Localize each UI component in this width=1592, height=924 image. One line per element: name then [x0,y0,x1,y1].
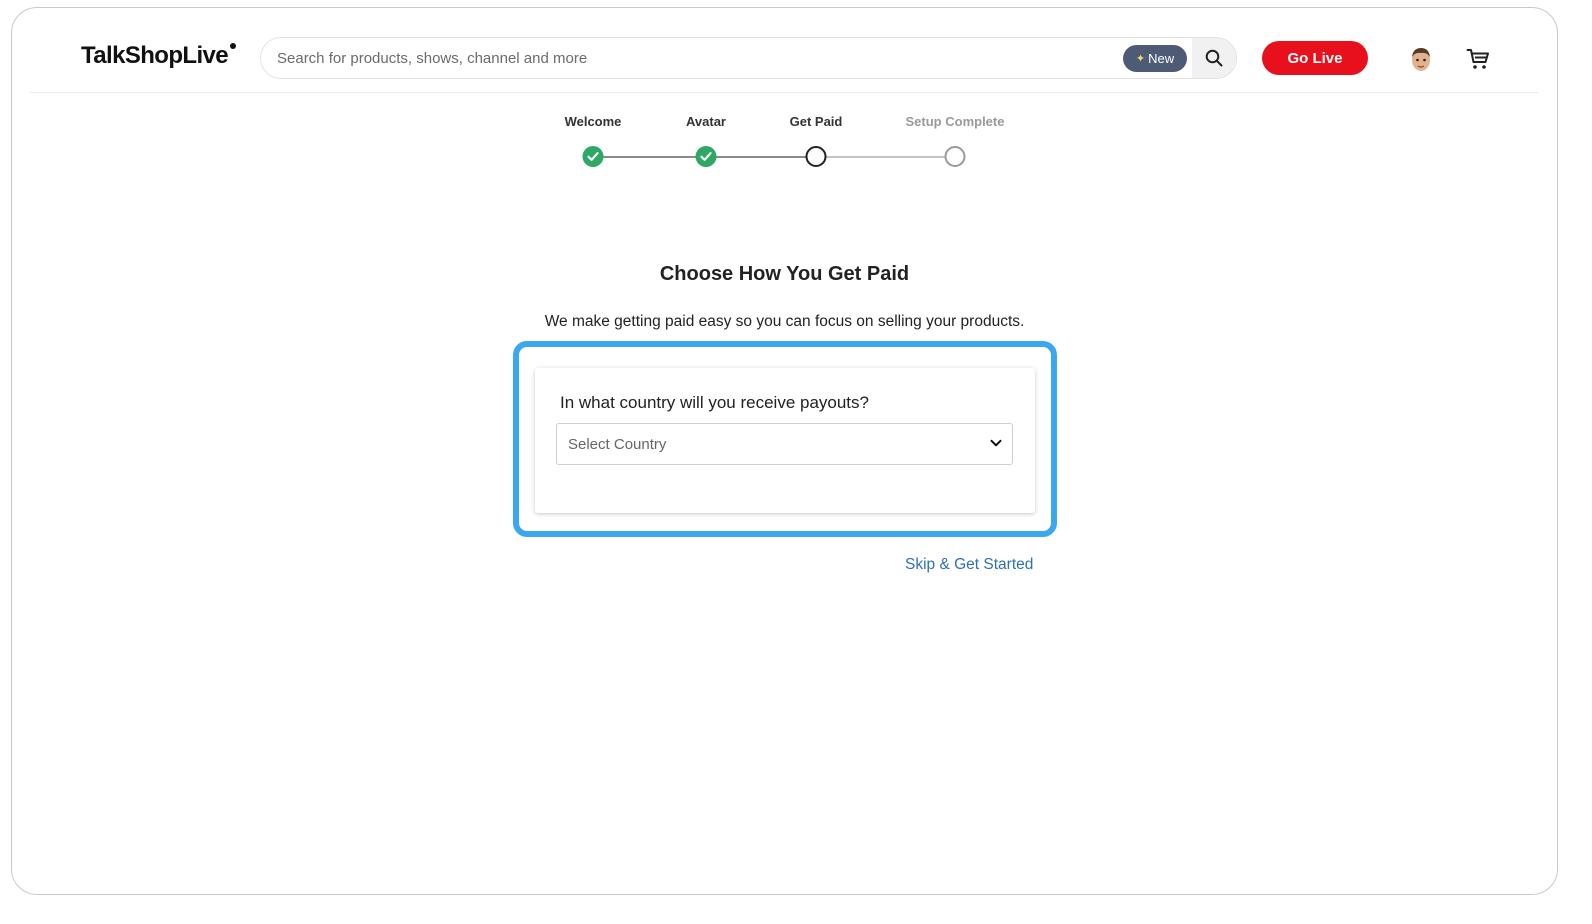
search-bar: ✦ New [260,37,1237,79]
step-dot-welcome [582,146,604,167]
page-subtitle: We make getting paid easy so you can foc… [544,313,1025,330]
step-label-get-paid: Get Paid [789,114,843,129]
check-icon [700,152,712,161]
search-input[interactable] [277,38,1117,78]
logo-text: TalkShopLive [81,42,229,69]
payout-country-card: In what country will you receive payouts… [535,368,1035,513]
skip-link[interactable]: Skip & Get Started [905,556,1033,574]
header: TalkShopLive ✦ New Go Live [30,8,1539,93]
check-icon [587,152,599,161]
step-connector [826,156,955,158]
avatar[interactable] [1410,46,1432,72]
chevron-down-icon [990,439,1002,447]
step-label-welcome: Welcome [564,114,622,129]
search-icon [1205,49,1223,67]
step-dot-setup-complete [944,146,966,167]
step-label-setup-complete: Setup Complete [905,114,1005,129]
search-button[interactable] [1192,38,1236,78]
page-title: Choose How You Get Paid [659,263,910,285]
new-badge-label: New [1148,51,1175,66]
step-dot-avatar [695,146,717,167]
go-live-button[interactable]: Go Live [1262,41,1368,75]
new-badge[interactable]: ✦ New [1123,45,1187,72]
sparkle-icon: ✦ [1135,53,1146,65]
step-dot-get-paid [805,146,827,167]
cart-icon[interactable] [1466,47,1490,71]
logo-dot [230,43,237,49]
app-window: TalkShopLive ✦ New Go Live [11,7,1558,895]
step-label-avatar: Avatar [686,114,726,129]
logo[interactable]: TalkShopLive [81,42,237,70]
step-connector [603,156,706,158]
country-select[interactable]: Select Country [556,423,1013,465]
payout-country-question: In what country will you receive payouts… [560,393,869,412]
step-connector [716,156,816,158]
country-select-value: Select Country [568,436,667,453]
